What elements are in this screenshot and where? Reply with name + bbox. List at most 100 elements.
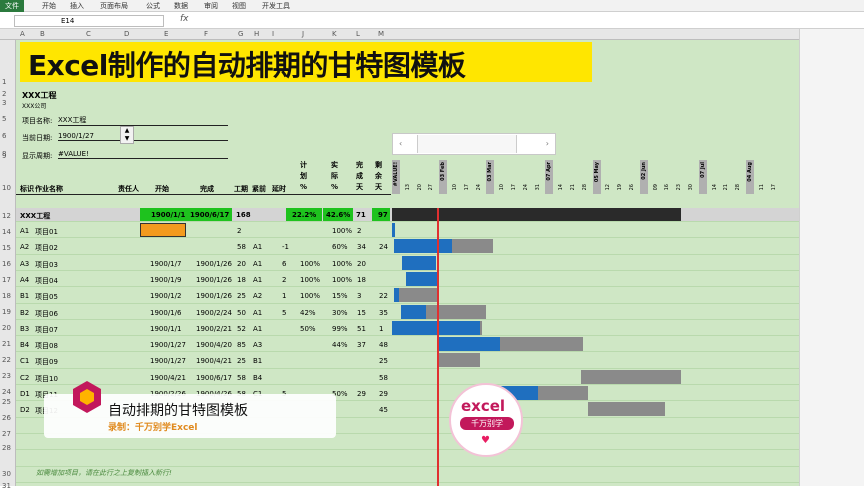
display-week-value[interactable]: #VALUE! <box>58 150 228 159</box>
row-header[interactable]: 1 <box>2 78 6 86</box>
task-days: 58 <box>237 243 246 251</box>
task-end: 1900/2/24 <box>196 309 232 317</box>
date-header: 26 <box>629 184 635 191</box>
column-header[interactable]: D <box>124 30 129 38</box>
scroll-left-icon[interactable]: ‹ <box>399 139 402 148</box>
ribbon-tab-2[interactable]: 插入 <box>70 1 84 11</box>
date-header: 21 <box>570 184 576 191</box>
row-header[interactable]: 28 <box>2 444 11 452</box>
column-header[interactable]: F <box>204 30 208 38</box>
row-header[interactable]: 10 <box>2 184 11 192</box>
excel-watermark-logo: excel 千万别学 ♥ <box>449 383 523 457</box>
date-header: 28 <box>735 184 741 191</box>
date-spinner[interactable]: ▲ ▼ <box>120 126 134 144</box>
task-actual: 44% <box>332 341 348 349</box>
task-end: 1900/4/20 <box>196 341 232 349</box>
total-end: 1900/6/17 <box>190 211 230 219</box>
date-header: 10 <box>452 184 458 191</box>
scrollbar-thumb[interactable] <box>417 135 517 153</box>
date-header: 11 <box>759 184 765 191</box>
column-header[interactable]: M <box>378 30 384 38</box>
row-header[interactable]: 23 <box>2 372 11 380</box>
date-header: 20 <box>417 184 423 191</box>
spinner-up-icon[interactable]: ▲ <box>121 127 133 135</box>
column-header[interactable]: B <box>40 30 45 38</box>
column-header[interactable]: K <box>332 30 337 38</box>
row-header[interactable]: 18 <box>2 292 11 300</box>
task-done: 34 <box>357 243 366 251</box>
ribbon-tab-6[interactable]: 审阅 <box>204 1 218 11</box>
project-name-value[interactable]: XXX工程 <box>58 115 228 126</box>
row-header[interactable]: 22 <box>2 356 11 364</box>
date-header: 24 <box>523 184 529 191</box>
ribbon-tab-3[interactable]: 页面布局 <box>100 1 128 11</box>
column-header[interactable]: G <box>238 30 243 38</box>
task-name: 项目06 <box>35 310 58 318</box>
current-date-value[interactable]: 1900/1/27 <box>58 132 228 141</box>
row-header[interactable]: 19 <box>2 308 11 316</box>
row-header[interactable]: 30 <box>2 470 11 478</box>
ribbon-tab-8[interactable]: 开发工具 <box>262 1 290 11</box>
gridline <box>16 384 799 385</box>
task-start: 1900/1/6 <box>150 309 182 317</box>
column-header[interactable]: L <box>356 30 360 38</box>
task-days: 18 <box>237 276 246 284</box>
spinner-down-icon[interactable]: ▼ <box>121 135 133 143</box>
task-delay: 6 <box>282 260 287 268</box>
ribbon-tab-5[interactable]: 数据 <box>174 1 188 11</box>
name-box[interactable]: E14 <box>14 15 164 27</box>
fx-icon[interactable]: fx <box>180 14 189 24</box>
row-header[interactable]: 2 <box>2 90 6 98</box>
gantt-bar-remaining <box>426 305 486 319</box>
gantt-bar-remaining <box>399 288 437 302</box>
column-header[interactable]: I <box>272 30 274 38</box>
task-plan: 42% <box>300 309 316 317</box>
total-gantt-bar <box>392 208 681 221</box>
column-header[interactable]: J <box>302 30 304 38</box>
task-end: 1900/1/26 <box>196 276 232 284</box>
right-panel <box>799 29 864 486</box>
row-header[interactable]: 31 <box>2 482 11 490</box>
scroll-right-icon[interactable]: › <box>546 139 549 148</box>
header-dep: 紧前 <box>252 185 266 193</box>
row-header[interactable]: 16 <box>2 260 11 268</box>
task-name: 项目03 <box>35 261 58 269</box>
header-left-days: 剩 余 天 <box>375 161 382 191</box>
task-id: B3 <box>20 325 30 333</box>
gantt-bar-done <box>406 272 437 286</box>
row-header[interactable]: 6 <box>2 132 6 140</box>
ribbon: 文件 开始 插入 页面布局 公式 数据 审阅 视图 开发工具 <box>0 0 864 12</box>
column-header[interactable]: C <box>86 30 91 38</box>
row-header[interactable]: 3 <box>2 99 6 107</box>
row-header[interactable]: 9 <box>2 152 6 160</box>
row-header[interactable]: 15 <box>2 244 11 252</box>
ribbon-tab-1[interactable]: 开始 <box>42 1 56 11</box>
row-header[interactable]: 26 <box>2 414 11 422</box>
row-header[interactable]: 12 <box>2 212 11 220</box>
column-header[interactable]: A <box>20 30 25 38</box>
row-header[interactable]: 25 <box>2 398 11 406</box>
column-header[interactable]: H <box>254 30 259 38</box>
row-header[interactable]: 20 <box>2 324 11 332</box>
row-header[interactable]: 21 <box>2 340 11 348</box>
ribbon-tab-4[interactable]: 公式 <box>146 1 160 11</box>
row-header[interactable]: 14 <box>2 228 11 236</box>
selected-cell-e14[interactable] <box>140 223 186 237</box>
timeline-scrollbar[interactable]: ‹ › <box>392 133 556 155</box>
task-id: B2 <box>20 309 30 317</box>
row-header[interactable]: 17 <box>2 276 11 284</box>
header-end: 完成 <box>200 185 214 193</box>
task-start: 1900/1/2 <box>150 292 182 300</box>
task-left: 29 <box>379 390 388 398</box>
row-header[interactable]: 24 <box>2 388 11 396</box>
row-header[interactable]: 27 <box>2 430 11 438</box>
column-header[interactable]: E <box>164 30 168 38</box>
ribbon-tab-7[interactable]: 视图 <box>232 1 246 11</box>
task-dep: A1 <box>253 276 263 284</box>
task-plan: 100% <box>300 276 321 284</box>
header-underline <box>16 194 391 195</box>
task-days: 20 <box>237 260 246 268</box>
task-done: 51 <box>357 325 366 333</box>
row-header[interactable]: 5 <box>2 115 6 123</box>
ribbon-tab-0[interactable]: 文件 <box>0 0 24 12</box>
